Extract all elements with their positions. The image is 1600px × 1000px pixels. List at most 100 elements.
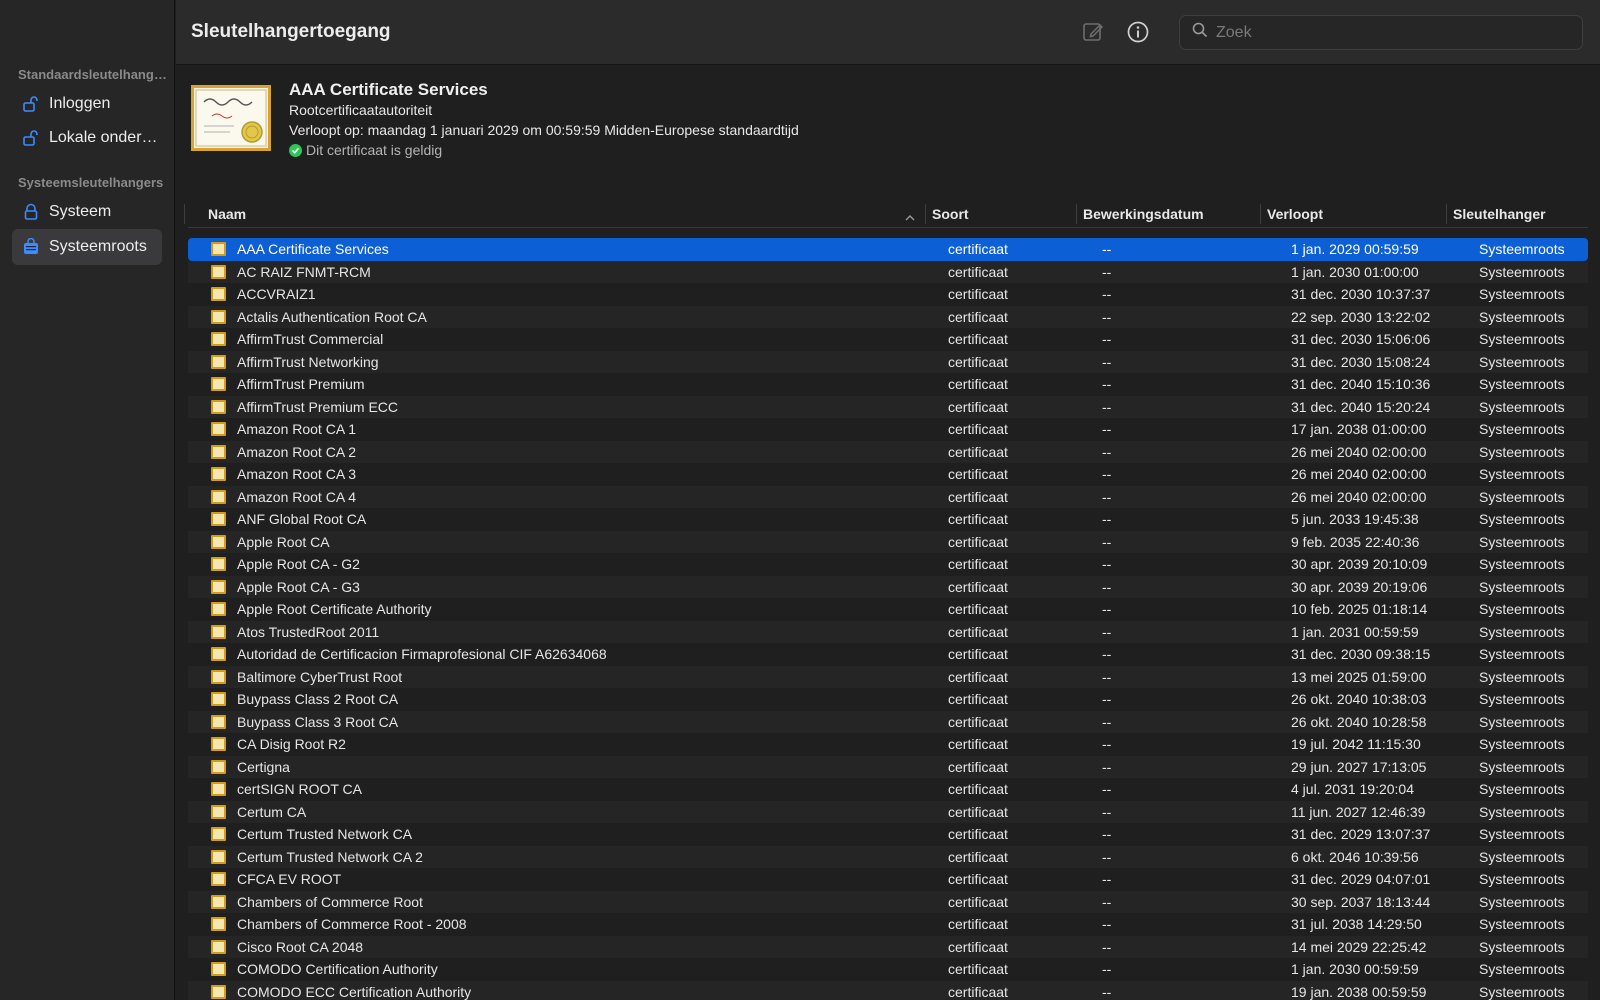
cell-kind: certificaat (948, 376, 1008, 392)
table-row[interactable]: Apple Root CA - G3 certificaat -- 30 apr. 2… (188, 575, 1588, 598)
table-row[interactable]: certSIGN ROOT CA certificaat -- 4 jul. 2031… (188, 778, 1588, 801)
table-row[interactable]: Apple Root Certificate Authority certific… (188, 598, 1588, 621)
table-row[interactable]: Amazon Root CA 4 certificaat -- 26 mei 2040… (188, 485, 1588, 508)
certificate-icon (211, 602, 226, 616)
table-row[interactable]: ANF Global Root CA certificaat -- 5 jun. 20… (188, 508, 1588, 531)
column-header-keychain[interactable]: Sleutelhanger (1453, 206, 1546, 222)
column-header-expires[interactable]: Verloopt (1267, 206, 1323, 222)
edit-icon[interactable] (1081, 20, 1105, 44)
cell-keychain: Systeemroots (1479, 736, 1565, 752)
table-row[interactable]: AffirmTrust Networking certificaat -- 31 de… (188, 350, 1588, 373)
search-field[interactable] (1179, 15, 1583, 50)
table-row[interactable]: AffirmTrust Premium ECC certificaat -- 31 d… (188, 395, 1588, 418)
table-row[interactable]: Amazon Root CA 3 certificaat -- 26 mei 2040… (188, 463, 1588, 486)
certificate-icon (211, 512, 226, 526)
cell-name: Certum CA (237, 803, 307, 820)
table-row[interactable]: Buypass Class 2 Root CA certificaat -- 26 o… (188, 688, 1588, 711)
certificate-name: AAA Certificate Services (289, 80, 488, 99)
cell-name: AC RAIZ FNMT-RCM (237, 263, 371, 280)
cell-expires: 1 jan. 2030 01:00:00 (1291, 263, 1419, 280)
search-input[interactable] (1216, 23, 1576, 42)
sort-ascending-icon[interactable] (904, 209, 916, 227)
table-row[interactable]: Autoridad de Certificacion Firmaprofesio… (188, 643, 1588, 666)
table-row[interactable]: ACCVRAIZ1 certificaat -- 31 dec. 2030 10:37… (188, 283, 1588, 306)
table-row[interactable]: Certum Trusted Network CA 2 certificaat --… (188, 845, 1588, 868)
cell-kind: certificaat (948, 803, 1008, 820)
table-row[interactable]: COMODO ECC Certification Authority certif… (188, 980, 1588, 1000)
cell-name: ACCVRAIZ1 (237, 286, 316, 302)
table-row[interactable]: Certigna certificaat -- 29 jun. 2027 17:13:… (188, 755, 1588, 778)
table-row[interactable]: Chambers of Commerce Root - 2008 certific… (188, 913, 1588, 936)
cell-keychain: Systeemroots (1479, 331, 1565, 347)
cell-expires: 19 jan. 2038 00:59:59 (1291, 983, 1427, 1000)
table-row[interactable]: AffirmTrust Commercial certificaat -- 31 de… (188, 328, 1588, 351)
column-separator (1446, 204, 1447, 224)
table-row[interactable]: Apple Root CA certificaat -- 9 feb. 2035 22… (188, 530, 1588, 553)
table-row[interactable]: Cisco Root CA 2048 certificaat -- 14 mei 20… (188, 935, 1588, 958)
sidebar-item-system-roots[interactable]: Systeemroots (12, 229, 162, 265)
table-row[interactable]: Baltimore CyberTrust Root certificaat -- 13… (188, 665, 1588, 688)
column-header-modified[interactable]: Bewerkingsdatum (1083, 206, 1204, 222)
certificate-icon (211, 557, 226, 571)
column-separator (925, 204, 926, 224)
cell-modified: -- (1102, 331, 1112, 347)
sidebar-item-local-items[interactable]: Lokale onderdelen (12, 120, 162, 156)
cell-kind: certificaat (948, 713, 1008, 730)
cell-kind: certificaat (948, 848, 1008, 865)
cell-kind: certificaat (948, 578, 1008, 595)
cell-name: Autoridad de Certificacion Firmaprofesio… (237, 646, 607, 662)
table-row[interactable]: AffirmTrust Premium certificaat -- 31 dec. … (188, 373, 1588, 396)
cell-expires: 19 jul. 2042 11:15:30 (1291, 736, 1421, 752)
cell-modified: -- (1102, 286, 1112, 302)
table-row[interactable]: Apple Root CA - G2 certificaat -- 30 apr. 2… (188, 553, 1588, 576)
sidebar-item-label: Lokale onderdelen (49, 129, 159, 146)
cell-name: AffirmTrust Commercial (237, 331, 384, 347)
cell-modified: -- (1102, 736, 1112, 752)
cell-modified: -- (1102, 601, 1112, 617)
cell-keychain: Systeemroots (1479, 961, 1565, 977)
cell-expires: 30 sep. 2037 18:13:44 (1291, 893, 1431, 910)
cell-kind: certificaat (948, 398, 1008, 415)
cell-keychain: Systeemroots (1479, 398, 1565, 415)
table-row[interactable]: CFCA EV ROOT certificaat -- 31 dec. 2029 04… (188, 868, 1588, 891)
cell-modified: -- (1102, 488, 1112, 505)
sidebar-item-system[interactable]: Systeem (12, 194, 162, 230)
cell-kind: certificaat (948, 533, 1008, 550)
cell-kind: certificaat (948, 421, 1008, 437)
cell-name: Buypass Class 3 Root CA (237, 713, 399, 730)
cell-kind: certificaat (948, 443, 1008, 460)
info-icon[interactable] (1126, 20, 1150, 44)
table-row[interactable]: Chambers of Commerce Root certificaat -- 30… (188, 890, 1588, 913)
cell-modified: -- (1102, 308, 1112, 325)
cell-name: Buypass Class 2 Root CA (237, 691, 399, 707)
column-header-kind[interactable]: Soort (932, 206, 969, 222)
cell-name: Baltimore CyberTrust Root (237, 668, 403, 685)
cell-modified: -- (1102, 871, 1112, 887)
cell-name: Atos TrustedRoot 2011 (237, 623, 380, 640)
certificate-icon (211, 849, 226, 864)
certificate-icon (191, 85, 271, 151)
table-row[interactable]: AAA Certificate Services certificaat -- 1 j… (188, 238, 1588, 261)
table-row[interactable]: Certum CA certificaat -- 11 jun. 2027 12:46… (188, 800, 1588, 823)
table-row[interactable]: Buypass Class 3 Root CA certificaat -- 26 o… (188, 710, 1588, 733)
padlock-icon (22, 203, 40, 221)
cabinet-icon (22, 238, 40, 256)
column-separator (1076, 204, 1077, 224)
table-row[interactable]: Actalis Authentication Root CA certificaa… (188, 305, 1588, 328)
cell-kind: certificaat (948, 511, 1008, 527)
table-row[interactable]: CA Disig Root R2 certificaat -- 19 jul. 204… (188, 733, 1588, 756)
sidebar-item-login[interactable]: Inloggen (12, 86, 162, 122)
table-row[interactable]: COMODO Certification Authority certificaa… (188, 958, 1588, 981)
cell-name: AAA Certificate Services (237, 241, 389, 257)
table-row[interactable]: AC RAIZ FNMT-RCM certificaat -- 1 jan. 2030… (188, 260, 1588, 283)
cell-modified: -- (1102, 398, 1112, 415)
table-row[interactable]: Amazon Root CA 2 certificaat -- 26 mei 2040… (188, 440, 1588, 463)
column-header-name[interactable]: Naam (208, 206, 246, 222)
cell-expires: 1 jan. 2030 00:59:59 (1291, 961, 1419, 977)
cell-keychain: Systeemroots (1479, 916, 1565, 932)
table-row[interactable]: Certum Trusted Network CA certificaat -- 31… (188, 823, 1588, 846)
cell-expires: 31 jul. 2038 14:29:50 (1291, 916, 1422, 932)
table-row[interactable]: Atos TrustedRoot 2011 certificaat -- 1 jan.… (188, 620, 1588, 643)
certificate-icon (211, 399, 226, 414)
table-row[interactable]: Amazon Root CA 1 certificaat -- 17 jan. 203… (188, 418, 1588, 441)
